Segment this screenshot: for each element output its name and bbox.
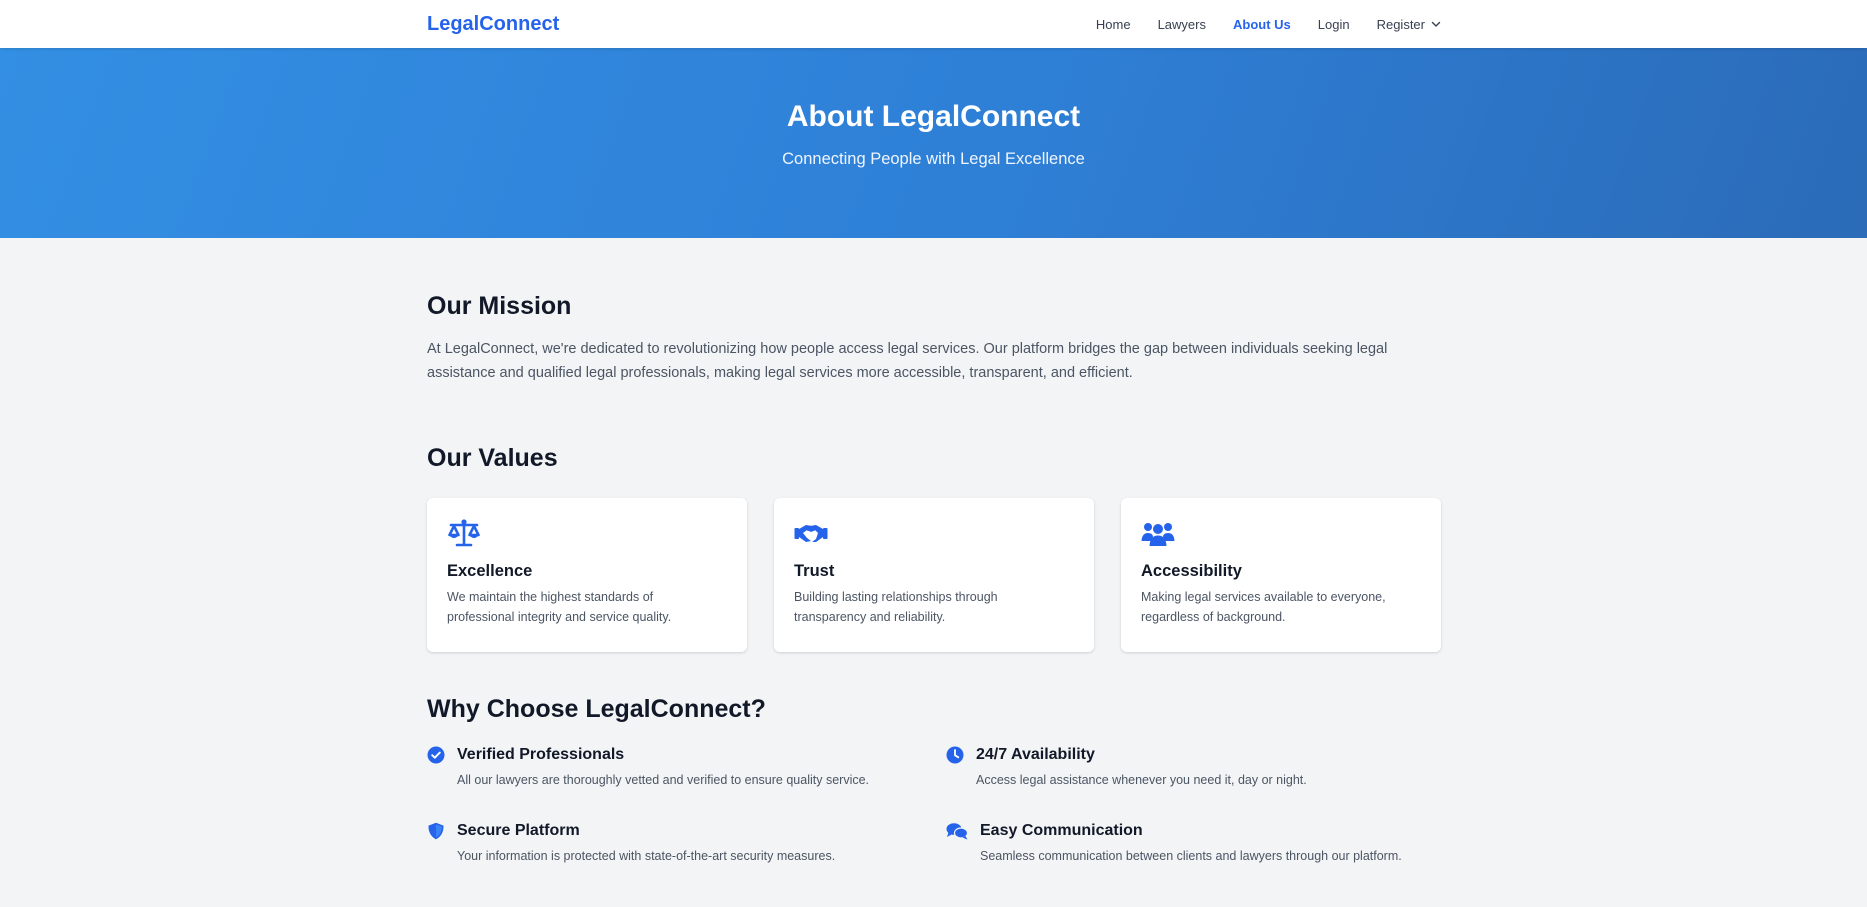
navbar: LegalConnect Home Lawyers About Us Login… bbox=[0, 0, 1867, 48]
chat-icon bbox=[946, 823, 968, 840]
why-item-text: Seamless communication between clients a… bbox=[980, 849, 1402, 863]
value-card-trust: Trust Building lasting relationships thr… bbox=[774, 498, 1094, 652]
why-item-title: Secure Platform bbox=[457, 822, 580, 839]
why-item-communication: Easy Communication Seamless communicatio… bbox=[946, 822, 1402, 863]
shield-icon bbox=[428, 822, 444, 840]
scale-icon bbox=[448, 519, 480, 547]
why-item-text: Access legal assistance whenever you nee… bbox=[976, 773, 1307, 787]
value-card-text: We maintain the highest standards of pro… bbox=[447, 590, 672, 624]
navbar-inner: LegalConnect Home Lawyers About Us Login… bbox=[427, 0, 1441, 48]
why-item-text: Your information is protected with state… bbox=[457, 849, 836, 863]
value-card-text: Building lasting relationships through t… bbox=[794, 590, 998, 624]
mission-text: At LegalConnect, we're dedicated to revo… bbox=[427, 341, 1388, 381]
values-section: Our Values Excellence We maintain the hi… bbox=[427, 444, 1441, 652]
nav-link-home[interactable]: Home bbox=[1096, 17, 1131, 32]
nav-links: Home Lawyers About Us Login Register bbox=[1096, 17, 1441, 32]
value-card-text: Making legal services available to every… bbox=[1141, 590, 1386, 624]
nav-link-about-us[interactable]: About Us bbox=[1233, 17, 1291, 32]
why-item-header: Easy Communication bbox=[946, 822, 1402, 840]
value-card-accessibility: Accessibility Making legal services avai… bbox=[1121, 498, 1441, 652]
why-item-verified: Verified Professionals All our lawyers a… bbox=[427, 746, 869, 787]
users-icon bbox=[1141, 523, 1175, 546]
value-card-title: Trust bbox=[794, 562, 835, 580]
clock-icon bbox=[946, 746, 964, 764]
values-heading: Our Values bbox=[427, 444, 558, 472]
value-card-title: Excellence bbox=[447, 562, 533, 580]
why-section: Why Choose LegalConnect? Verified Profes… bbox=[427, 695, 1441, 886]
why-item-header: 24/7 Availability bbox=[946, 746, 1307, 764]
check-circle-icon bbox=[427, 746, 445, 764]
why-item-title: Easy Communication bbox=[980, 822, 1143, 839]
why-item-availability: 24/7 Availability Access legal assistanc… bbox=[946, 746, 1307, 787]
register-label: Register bbox=[1376, 16, 1425, 32]
value-card-excellence: Excellence We maintain the highest stand… bbox=[427, 498, 747, 652]
value-card-title: Accessibility bbox=[1141, 562, 1242, 580]
why-item-secure: Secure Platform Your information is prot… bbox=[427, 822, 835, 863]
mission-section: Our Mission At LegalConnect, we're dedic… bbox=[427, 292, 1441, 385]
values-cards: Excellence We maintain the highest stand… bbox=[427, 498, 1441, 652]
hero-banner: About LegalConnect Connecting People wit… bbox=[0, 48, 1867, 238]
why-item-header: Verified Professionals bbox=[427, 746, 869, 764]
why-item-text: All our lawyers are thoroughly vetted an… bbox=[457, 773, 870, 787]
why-item-title: Verified Professionals bbox=[457, 746, 625, 763]
brand-logo[interactable]: LegalConnect bbox=[427, 13, 559, 36]
hero-subtitle: Connecting People with Legal Excellence bbox=[782, 150, 1085, 168]
hero-title: About LegalConnect bbox=[786, 100, 1081, 133]
why-item-title: 24/7 Availability bbox=[976, 746, 1095, 763]
why-grid: Verified Professionals All our lawyers a… bbox=[427, 746, 1441, 886]
nav-link-login[interactable]: Login bbox=[1318, 17, 1350, 32]
chevron-down-icon bbox=[1431, 21, 1441, 27]
why-heading: Why Choose LegalConnect? bbox=[427, 695, 766, 723]
why-item-header: Secure Platform bbox=[427, 822, 835, 840]
mission-heading: Our Mission bbox=[427, 292, 572, 320]
handshake-icon bbox=[794, 525, 828, 542]
nav-link-register[interactable]: Register bbox=[1377, 17, 1441, 32]
nav-link-lawyers[interactable]: Lawyers bbox=[1158, 17, 1206, 32]
